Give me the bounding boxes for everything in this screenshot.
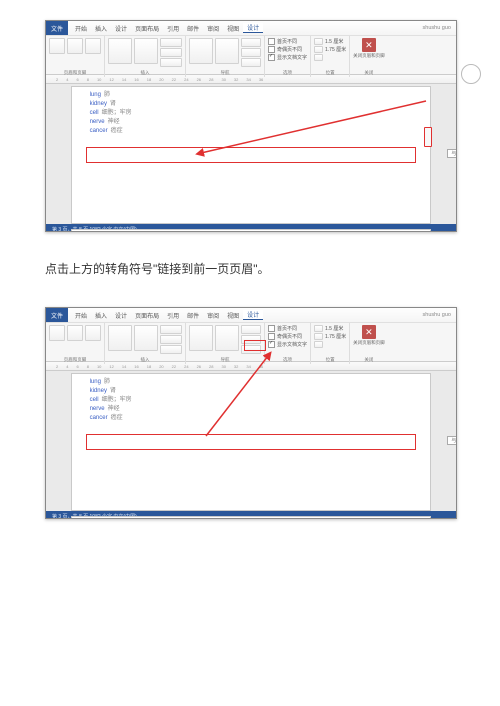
goto-footer-button[interactable] xyxy=(215,325,239,351)
checkbox-show-doc-text[interactable] xyxy=(268,54,275,61)
highlight-scrollbar xyxy=(424,127,432,147)
user-name: shushu guo xyxy=(423,25,456,31)
goto-header-button[interactable] xyxy=(189,38,213,64)
tab-design[interactable]: 设计 xyxy=(111,311,131,320)
checkbox-diff-odd-even[interactable] xyxy=(268,46,275,53)
highlight-header-area xyxy=(86,434,417,450)
header-button[interactable] xyxy=(49,38,65,54)
page-number-button[interactable] xyxy=(85,325,101,341)
tab-view[interactable]: 视图 xyxy=(223,24,243,33)
tab-layout[interactable]: 页面布局 xyxy=(131,311,163,320)
prev-button[interactable] xyxy=(241,38,261,47)
checkbox-diff-first[interactable] xyxy=(268,38,275,45)
doc-info-button[interactable] xyxy=(134,325,158,351)
group-close: ✕ 关闭页眉和页脚 关闭 xyxy=(350,36,388,77)
document-page: lung肺 kidney肾 cell细胞；牢房 nerve神经 cancer癌症… xyxy=(71,86,432,224)
date-time-button[interactable] xyxy=(108,38,132,64)
instruction-text: 点击上方的转角符号"链接到前一页页眉"。 xyxy=(45,260,455,279)
tab-file[interactable]: 文件 xyxy=(46,21,68,35)
tab-file[interactable]: 文件 xyxy=(46,308,68,322)
tab-mail[interactable]: 邮件 xyxy=(183,311,203,320)
tab-ref[interactable]: 引用 xyxy=(163,24,183,33)
quick-parts-button[interactable] xyxy=(160,38,182,47)
tab-hf-design[interactable]: 设计 xyxy=(243,310,263,320)
highlight-header-area xyxy=(86,147,417,163)
tab-ref[interactable]: 引用 xyxy=(163,311,183,320)
tab-home[interactable]: 开始 xyxy=(71,311,91,320)
screenshot-2: 文件 开始 插入 设计 页面布局 引用 邮件 审阅 视图 设计 shushu g… xyxy=(45,307,455,519)
group-position: 1.5 厘米 1.75 厘米 位置 xyxy=(311,36,350,77)
user-name: shushu guo xyxy=(423,312,456,318)
tab-review[interactable]: 审阅 xyxy=(203,24,223,33)
tab-review[interactable]: 审阅 xyxy=(203,311,223,320)
footer-pos-spin[interactable] xyxy=(314,46,323,53)
thumb-indicator xyxy=(461,64,481,84)
tab-home[interactable]: 开始 xyxy=(71,24,91,33)
page-number-button[interactable] xyxy=(85,38,101,54)
tab-view[interactable]: 视图 xyxy=(223,311,243,320)
date-time-button[interactable] xyxy=(108,325,132,351)
highlight-link-previous xyxy=(244,340,266,351)
header-button[interactable] xyxy=(49,325,65,341)
ribbon: 文件 开始 插入 设计 页面布局 引用 邮件 审阅 视图 设计 shushu g… xyxy=(46,21,456,75)
footer-button[interactable] xyxy=(67,325,83,341)
tab-hf-design[interactable]: 设计 xyxy=(243,23,263,33)
goto-header-button[interactable] xyxy=(189,325,213,351)
picture-button[interactable] xyxy=(160,48,182,57)
group-insert: 插入 xyxy=(105,36,186,77)
tab-insert[interactable]: 插入 xyxy=(91,24,111,33)
tab-insert[interactable]: 插入 xyxy=(91,311,111,320)
doc-info-button[interactable] xyxy=(134,38,158,64)
footer-button[interactable] xyxy=(67,38,83,54)
close-hf-button[interactable]: ✕ xyxy=(362,325,376,339)
group-header-footer: 页眉和页脚 xyxy=(46,36,105,77)
group-options: 首页不同 奇偶页不同 显示文档文字 选项 xyxy=(265,36,311,77)
tab-design[interactable]: 设计 xyxy=(111,24,131,33)
align-tab-button[interactable] xyxy=(314,54,323,61)
group-navigation: 导航 xyxy=(186,36,265,77)
header-pos-spin[interactable] xyxy=(314,38,323,45)
close-hf-button[interactable]: ✕ xyxy=(362,38,376,52)
online-picture-button[interactable] xyxy=(160,58,182,67)
same-as-previous-tag: 与上一节相同 xyxy=(447,149,457,158)
screenshot-1: 文件 开始 插入 设计 页面布局 引用 邮件 审阅 视图 设计 shushu g… xyxy=(45,20,455,232)
tab-mail[interactable]: 邮件 xyxy=(183,24,203,33)
link-previous-button[interactable] xyxy=(241,58,261,67)
goto-footer-button[interactable] xyxy=(215,38,239,64)
tab-layout[interactable]: 页面布局 xyxy=(131,24,163,33)
next-button[interactable] xyxy=(241,48,261,57)
